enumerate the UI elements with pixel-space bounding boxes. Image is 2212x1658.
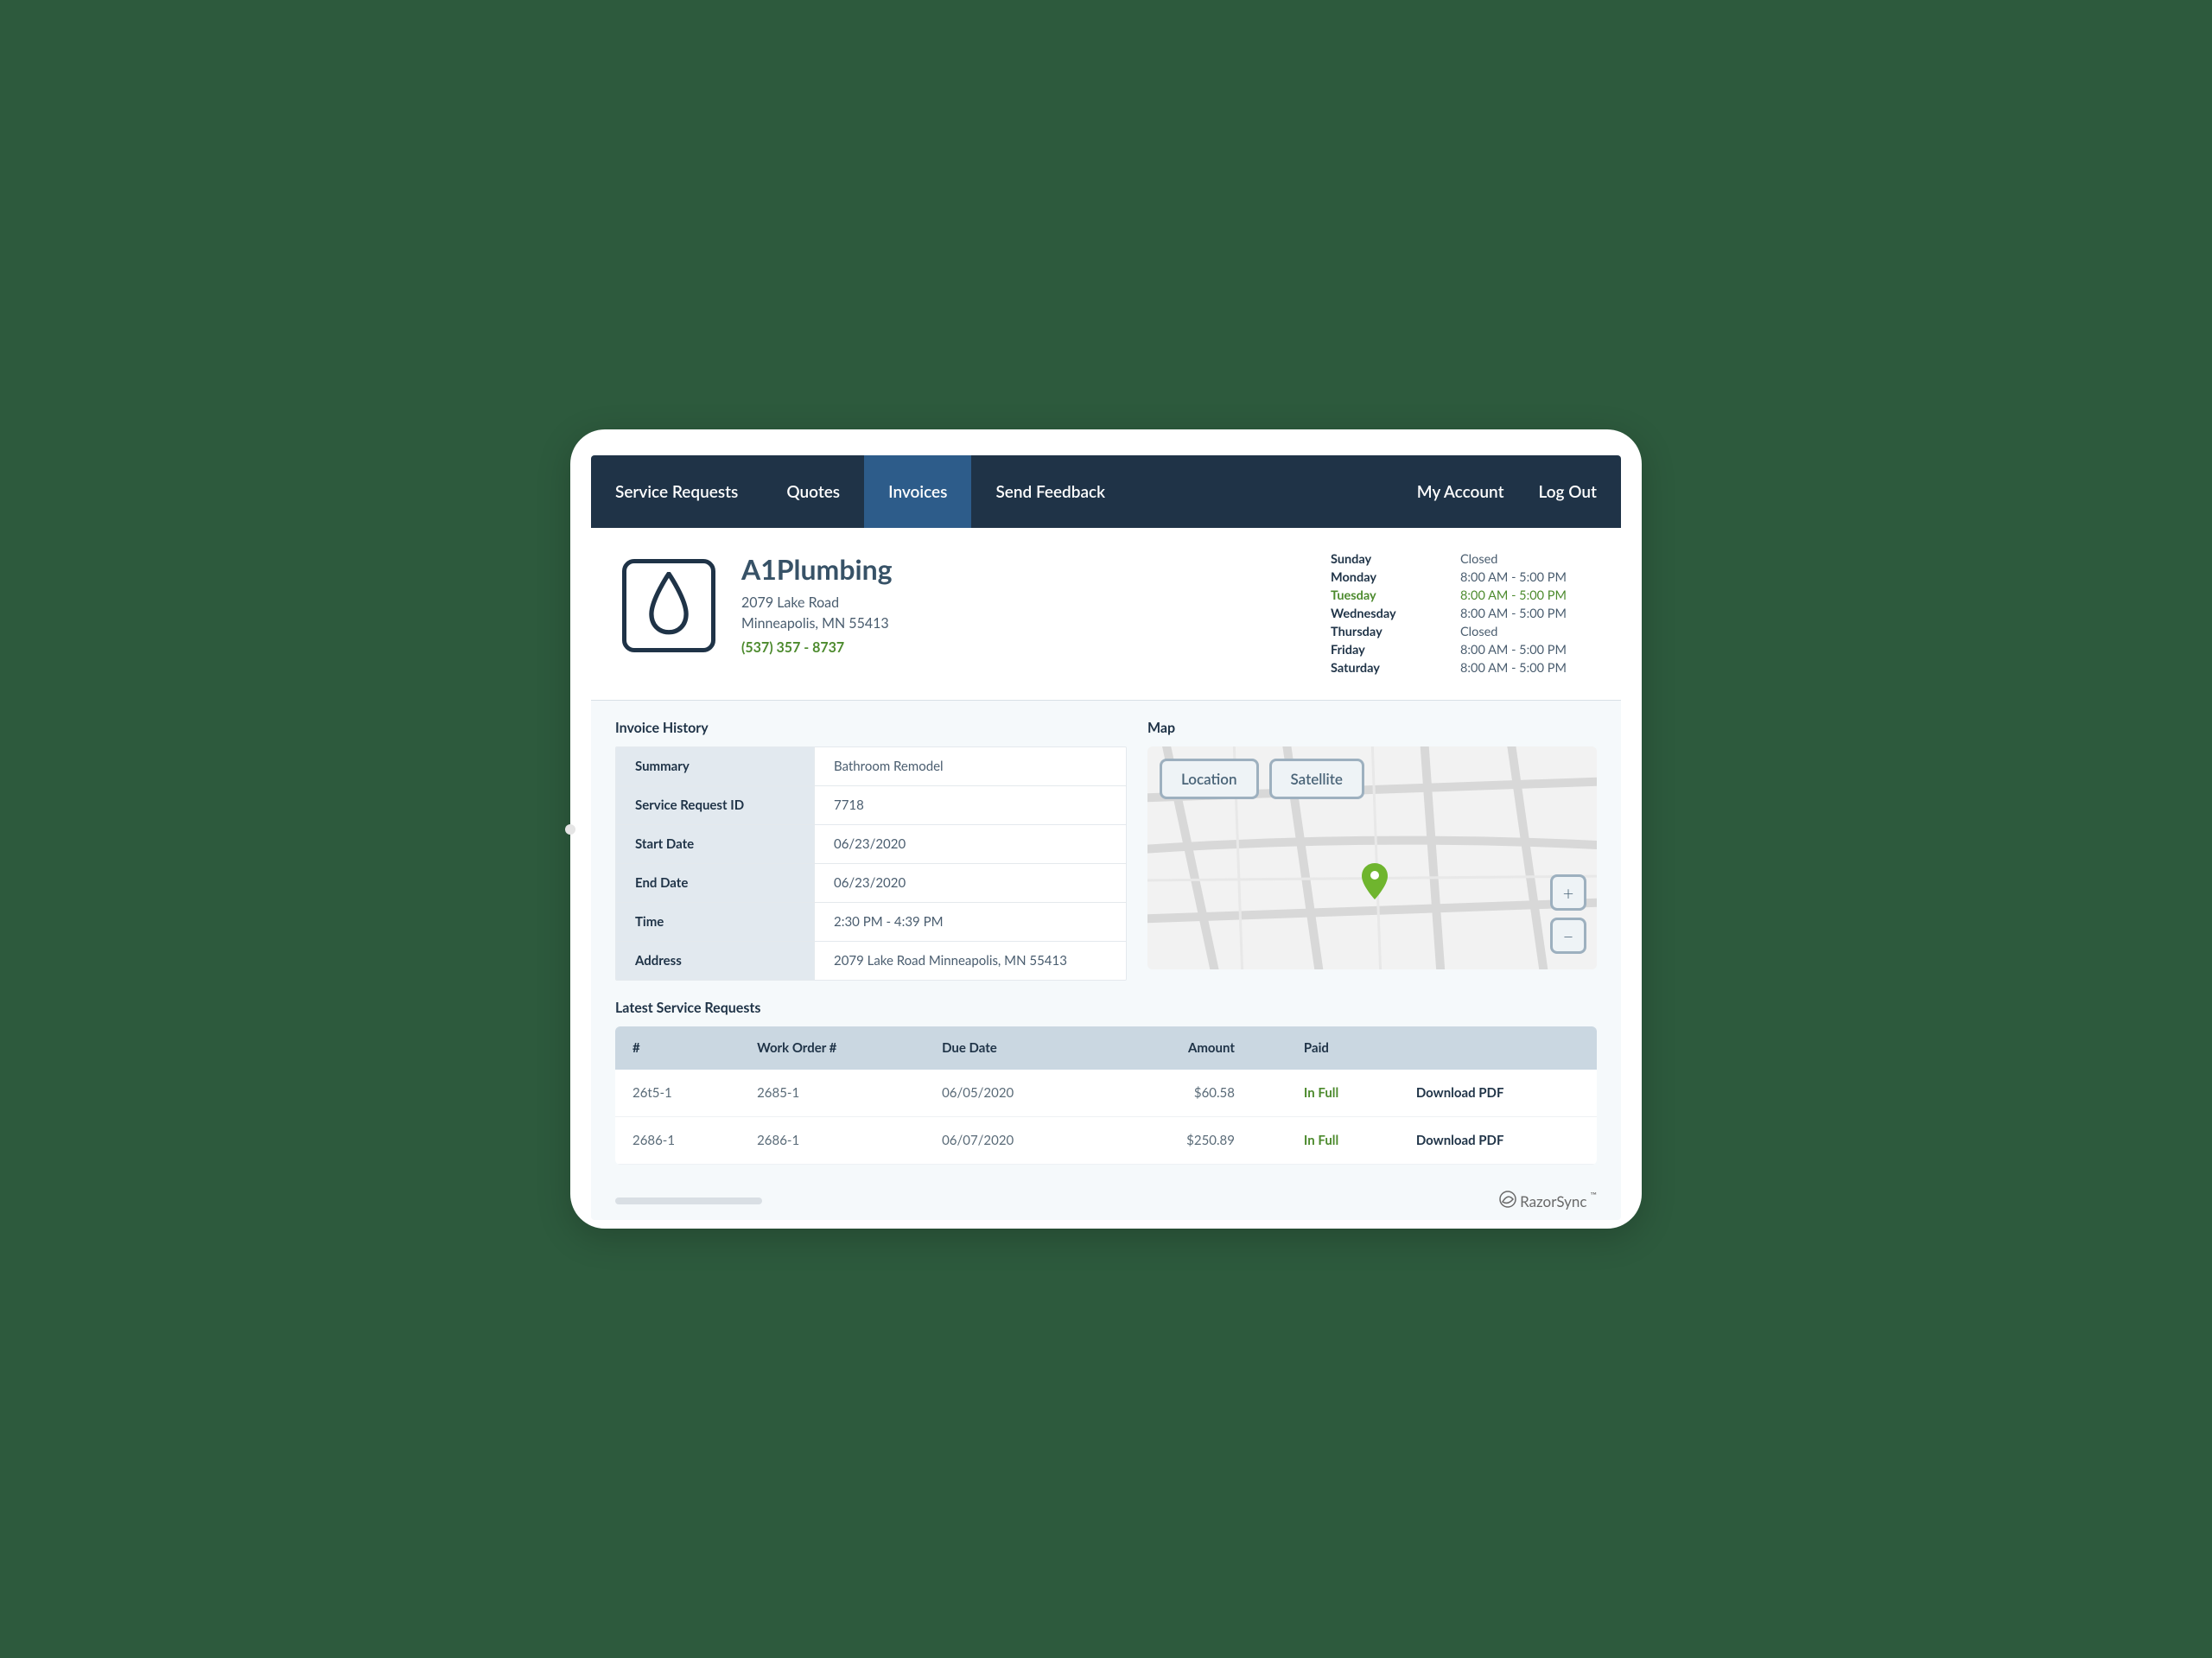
company-logo: [622, 559, 715, 652]
map-pin-icon: [1362, 863, 1388, 903]
table-header: Work Order #: [740, 1026, 925, 1070]
invoice-row-value: 06/23/2020: [815, 825, 1126, 863]
hours-day: Thursday: [1331, 625, 1443, 639]
hours-time: 8:00 AM - 5:00 PM: [1460, 570, 1590, 585]
hours-day: Monday: [1331, 570, 1443, 585]
invoice-row-label: Summary: [616, 747, 815, 785]
table-cell: 2686-1: [740, 1117, 925, 1165]
nav-tab-quotes[interactable]: Quotes: [762, 455, 864, 528]
business-hours: Sunday Closed Monday 8:00 AM - 5:00 PM Tuesd…: [1331, 552, 1590, 676]
table-header: #: [615, 1026, 740, 1070]
invoice-row-value: 7718: [815, 786, 1126, 824]
requests-table: #Work Order #Due DateAmountPaid 26t5-126…: [615, 1026, 1597, 1165]
hours-day: Wednesday: [1331, 607, 1443, 621]
invoice-row: Service Request ID7718: [616, 786, 1126, 825]
invoice-row-value: 06/23/2020: [815, 864, 1126, 902]
table-header: [1399, 1026, 1597, 1070]
hours-time: 8:00 AM - 5:00 PM: [1460, 588, 1590, 603]
invoice-row: SummaryBathroom Remodel: [616, 747, 1126, 786]
logout-link[interactable]: Log Out: [1539, 482, 1597, 502]
hours-day: Friday: [1331, 643, 1443, 657]
table-cell: $250.89: [1096, 1117, 1287, 1165]
horizontal-scrollbar[interactable]: [615, 1197, 762, 1204]
hours-day: Saturday: [1331, 661, 1443, 676]
hours-time: Closed: [1460, 625, 1590, 639]
invoice-row-label: Start Date: [616, 825, 815, 863]
invoice-row-value: 2:30 PM - 4:39 PM: [815, 903, 1126, 941]
company-phone[interactable]: (537) 357 - 8737: [741, 639, 893, 656]
map-location-button[interactable]: Location: [1160, 759, 1259, 799]
table-header: Amount: [1096, 1026, 1287, 1070]
hours-time: 8:00 AM - 5:00 PM: [1460, 661, 1590, 676]
nav-tab-service-requests[interactable]: Service Requests: [591, 455, 762, 528]
table-cell: 06/05/2020: [925, 1070, 1096, 1117]
invoice-history-title: Invoice History: [615, 720, 1127, 736]
brand-logo: RazorSync™: [1499, 1191, 1597, 1211]
table-cell: $60.58: [1096, 1070, 1287, 1117]
company-address-line2: Minneapolis, MN 55413: [741, 613, 893, 634]
map-satellite-button[interactable]: Satellite: [1269, 759, 1364, 799]
invoice-row: Address2079 Lake Road Minneapolis, MN 55…: [616, 942, 1126, 980]
top-nav: Service RequestsQuotesInvoicesSend Feedb…: [591, 455, 1621, 528]
invoice-detail-table: SummaryBathroom RemodelService Request I…: [615, 746, 1127, 981]
table-cell: 2686-1: [615, 1117, 740, 1165]
invoice-row-label: Time: [616, 903, 815, 941]
razorsync-icon: [1499, 1191, 1516, 1211]
zoom-out-button[interactable]: −: [1550, 918, 1586, 954]
paid-status: In Full: [1287, 1070, 1399, 1117]
invoice-row-label: Address: [616, 942, 815, 980]
paid-status: In Full: [1287, 1117, 1399, 1165]
table-header: Due Date: [925, 1026, 1096, 1070]
tablet-home-button: [565, 824, 575, 835]
map-widget[interactable]: Location Satellite + −: [1147, 746, 1597, 969]
table-cell: 2685-1: [740, 1070, 925, 1117]
hours-time: 8:00 AM - 5:00 PM: [1460, 643, 1590, 657]
table-cell: 26t5-1: [615, 1070, 740, 1117]
zoom-in-button[interactable]: +: [1550, 874, 1586, 911]
invoice-row: Time2:30 PM - 4:39 PM: [616, 903, 1126, 942]
nav-tab-invoices[interactable]: Invoices: [864, 455, 971, 528]
latest-requests-title: Latest Service Requests: [615, 1000, 1597, 1016]
invoice-row: Start Date06/23/2020: [616, 825, 1126, 864]
hours-time: Closed: [1460, 552, 1590, 567]
company-address-line1: 2079 Lake Road: [741, 593, 893, 613]
download-pdf-link[interactable]: Download PDF: [1399, 1070, 1597, 1117]
invoice-row-value: Bathroom Remodel: [815, 747, 1126, 785]
map-title: Map: [1147, 720, 1597, 736]
nav-tab-send-feedback[interactable]: Send Feedback: [971, 455, 1129, 528]
table-cell: 06/07/2020: [925, 1117, 1096, 1165]
table-row: 26t5-12685-106/05/2020$60.58In FullDownl…: [615, 1070, 1597, 1117]
water-drop-icon: [645, 572, 692, 639]
company-header: A1Plumbing 2079 Lake Road Minneapolis, M…: [591, 528, 1621, 701]
table-row: 2686-12686-106/07/2020$250.89In FullDown…: [615, 1117, 1597, 1165]
company-name: A1Plumbing: [741, 552, 893, 586]
invoice-row-label: Service Request ID: [616, 786, 815, 824]
hours-day: Tuesday: [1331, 588, 1443, 603]
hours-day: Sunday: [1331, 552, 1443, 567]
my-account-link[interactable]: My Account: [1417, 482, 1504, 502]
invoice-row: End Date06/23/2020: [616, 864, 1126, 903]
table-header: Paid: [1287, 1026, 1399, 1070]
hours-time: 8:00 AM - 5:00 PM: [1460, 607, 1590, 621]
invoice-row-label: End Date: [616, 864, 815, 902]
invoice-row-value: 2079 Lake Road Minneapolis, MN 55413: [815, 942, 1126, 980]
download-pdf-link[interactable]: Download PDF: [1399, 1117, 1597, 1165]
